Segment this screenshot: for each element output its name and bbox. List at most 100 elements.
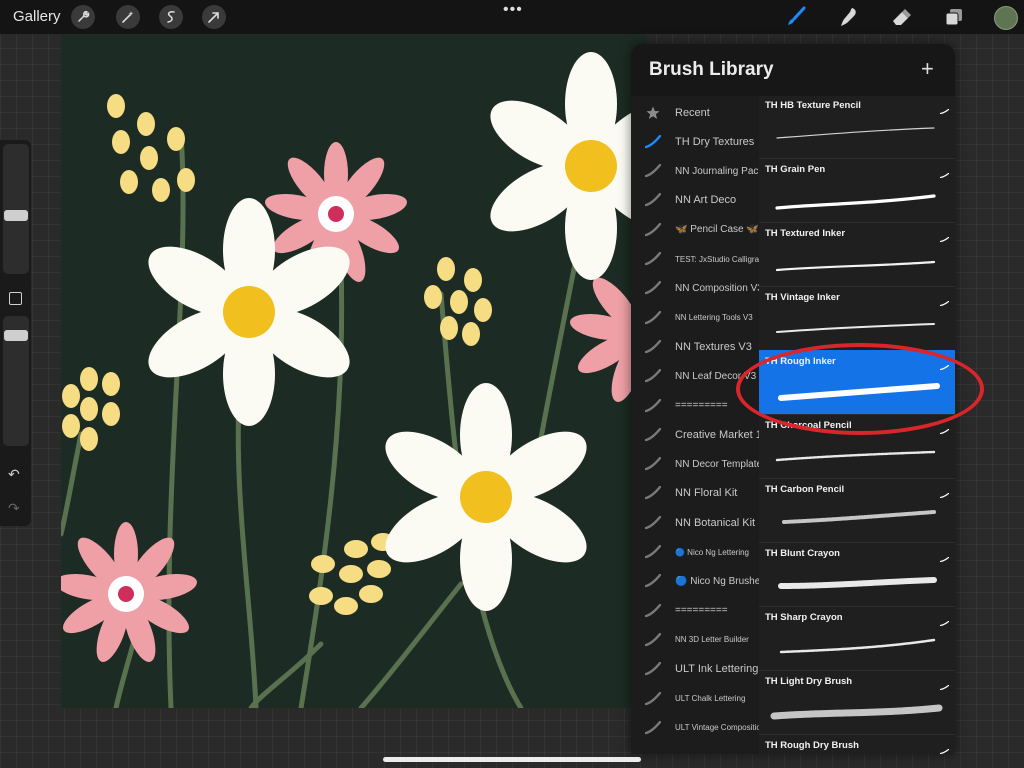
brush-set-item[interactable]: ULT Chalk Lettering <box>631 684 759 713</box>
home-indicator[interactable] <box>383 757 641 762</box>
brush-item[interactable]: TH Blunt Crayon <box>759 542 955 607</box>
brush-stroke-preview <box>778 577 937 589</box>
magic-wand-icon[interactable] <box>116 5 140 29</box>
brush-stroke-icon <box>643 190 663 210</box>
brush-item[interactable]: TH HB Texture Pencil <box>759 94 955 159</box>
brush-set-item[interactable]: 🦋 Pencil Case 🦋 <box>631 215 759 244</box>
brush-set-item[interactable]: ========= <box>631 596 759 625</box>
brush-set-label: 🔵 Nico Ng Lettering <box>675 547 749 557</box>
brush-name: TH Rough Dry Brush <box>765 740 859 751</box>
brush-set-item[interactable]: NN Textures V3 <box>631 332 759 361</box>
brush-set-label: 🔵 Nico Ng Brushes <box>675 575 759 587</box>
panel-title: Brush Library <box>649 59 774 80</box>
brush-icon[interactable] <box>783 5 809 29</box>
brush-set-item[interactable]: Creative Market 1 <box>631 420 759 449</box>
brush-set-item[interactable]: Recent <box>631 98 759 127</box>
brush-set-list[interactable]: Recent TH Dry Textures NN Journaling Pack N… <box>631 96 759 754</box>
brush-set-item[interactable]: NN Botanical Kit <box>631 508 759 537</box>
brush-set-item[interactable]: 🔵 Nico Ng Brushes <box>631 567 759 596</box>
brush-item[interactable]: TH Textured Inker <box>759 222 955 287</box>
left-sidebar: ↶ ↷ <box>0 140 31 526</box>
color-picker-swatch[interactable] <box>994 6 1018 30</box>
brush-name: TH HB Texture Pencil <box>765 100 861 111</box>
brush-stroke-icon <box>643 396 663 416</box>
brush-item[interactable]: TH Sharp Crayon <box>759 606 955 671</box>
brush-set-item[interactable]: 🔵 Nico Ng Lettering <box>631 538 759 567</box>
brush-name: TH Vintage Inker <box>765 292 840 303</box>
layers-icon[interactable] <box>941 5 967 29</box>
brush-set-item[interactable]: NN Composition V3 <box>631 274 759 303</box>
brush-stroke-preview <box>775 260 936 272</box>
brush-set-label: Creative Market 1 <box>675 428 759 441</box>
brush-set-item[interactable]: NN Decor Templates <box>631 450 759 479</box>
brush-item[interactable]: TH Vintage Inker <box>759 286 955 351</box>
brush-stroke-icon <box>643 425 663 445</box>
brush-item[interactable]: TH Rough Dry Brush <box>759 734 955 754</box>
redo-icon[interactable]: ↷ <box>8 500 20 517</box>
add-brush-set-button[interactable]: + <box>921 56 934 82</box>
brush-stroke-icon <box>939 549 950 563</box>
brush-stroke-icon <box>643 308 663 328</box>
brush-name: TH Carbon Pencil <box>765 484 845 495</box>
brush-size-handle[interactable] <box>4 210 28 221</box>
brush-stroke-preview <box>776 127 935 139</box>
eraser-icon[interactable] <box>888 5 914 29</box>
brush-set-label: ULT Ink Lettering <box>675 663 759 676</box>
brush-stroke-icon <box>939 165 950 179</box>
more-options-button[interactable]: ••• <box>503 1 523 19</box>
selection-icon[interactable] <box>159 5 183 29</box>
brush-set-item[interactable]: NN 3D Letter Builder <box>631 625 759 654</box>
brush-set-item[interactable]: NN Journaling Pack <box>631 157 759 186</box>
brush-stroke-preview <box>779 638 936 654</box>
brush-stroke-icon <box>643 454 663 474</box>
top-toolbar: Gallery ••• <box>0 0 1024 34</box>
brush-name: TH Blunt Crayon <box>765 548 840 559</box>
brush-stroke-icon <box>643 249 663 269</box>
white-daisy <box>385 383 587 611</box>
transform-arrow-icon[interactable] <box>202 5 226 29</box>
brush-set-item[interactable]: NN Floral Kit <box>631 479 759 508</box>
brush-set-label: NN Journaling Pack <box>675 165 759 177</box>
brush-set-item[interactable]: ULT Vintage Composition <box>631 713 759 742</box>
undo-icon[interactable]: ↶ <box>8 466 20 483</box>
brush-stroke-icon <box>643 718 663 738</box>
brush-name: TH Sharp Crayon <box>765 612 843 623</box>
smudge-icon[interactable] <box>836 5 862 29</box>
brush-stroke-preview <box>782 510 936 524</box>
brush-set-label: NN Composition V3 <box>675 282 759 294</box>
wrench-icon[interactable] <box>71 5 95 29</box>
brush-stroke-icon <box>643 161 663 181</box>
brush-stroke-icon <box>643 337 663 357</box>
brush-stroke-icon <box>643 601 663 621</box>
brush-stroke-preview <box>775 450 936 462</box>
brush-stroke-icon <box>643 630 663 650</box>
brush-stroke-icon <box>643 542 663 562</box>
brush-item[interactable]: TH Carbon Pencil <box>759 478 955 543</box>
drawing-canvas[interactable] <box>61 34 647 708</box>
brush-stroke-icon <box>643 689 663 709</box>
brush-set-label: NN Floral Kit <box>675 487 738 500</box>
star-icon <box>643 103 663 123</box>
brush-set-label: ULT Chalk Lettering <box>675 694 746 703</box>
opacity-slider[interactable] <box>3 316 29 446</box>
brush-stroke-icon <box>939 741 950 754</box>
brush-stroke-icon <box>939 613 950 627</box>
brush-item[interactable]: TH Grain Pen <box>759 158 955 223</box>
brush-item[interactable]: TH Light Dry Brush <box>759 670 955 735</box>
gallery-button[interactable]: Gallery <box>13 8 61 25</box>
opacity-handle[interactable] <box>4 330 28 341</box>
brush-set-item[interactable]: TEST: JxStudio Calligraphy <box>631 245 759 274</box>
brush-set-label: ========= <box>675 605 728 617</box>
brush-set-item[interactable]: ULT Ink Lettering <box>631 655 759 684</box>
brush-set-item[interactable]: NN Lettering Tools V3 <box>631 303 759 332</box>
brush-stroke-icon <box>643 132 663 152</box>
modify-button[interactable] <box>9 292 22 305</box>
brush-stroke-icon <box>643 513 663 533</box>
brush-size-slider[interactable] <box>3 144 29 274</box>
brush-stroke-preview <box>775 194 936 210</box>
brush-stroke-icon <box>939 229 950 243</box>
brush-set-item[interactable]: NN Art Deco <box>631 186 759 215</box>
floral-artwork <box>61 52 647 708</box>
brush-set-label: 🦋 Pencil Case 🦋 <box>675 224 759 236</box>
brush-set-item[interactable]: TH Dry Textures <box>631 127 759 156</box>
